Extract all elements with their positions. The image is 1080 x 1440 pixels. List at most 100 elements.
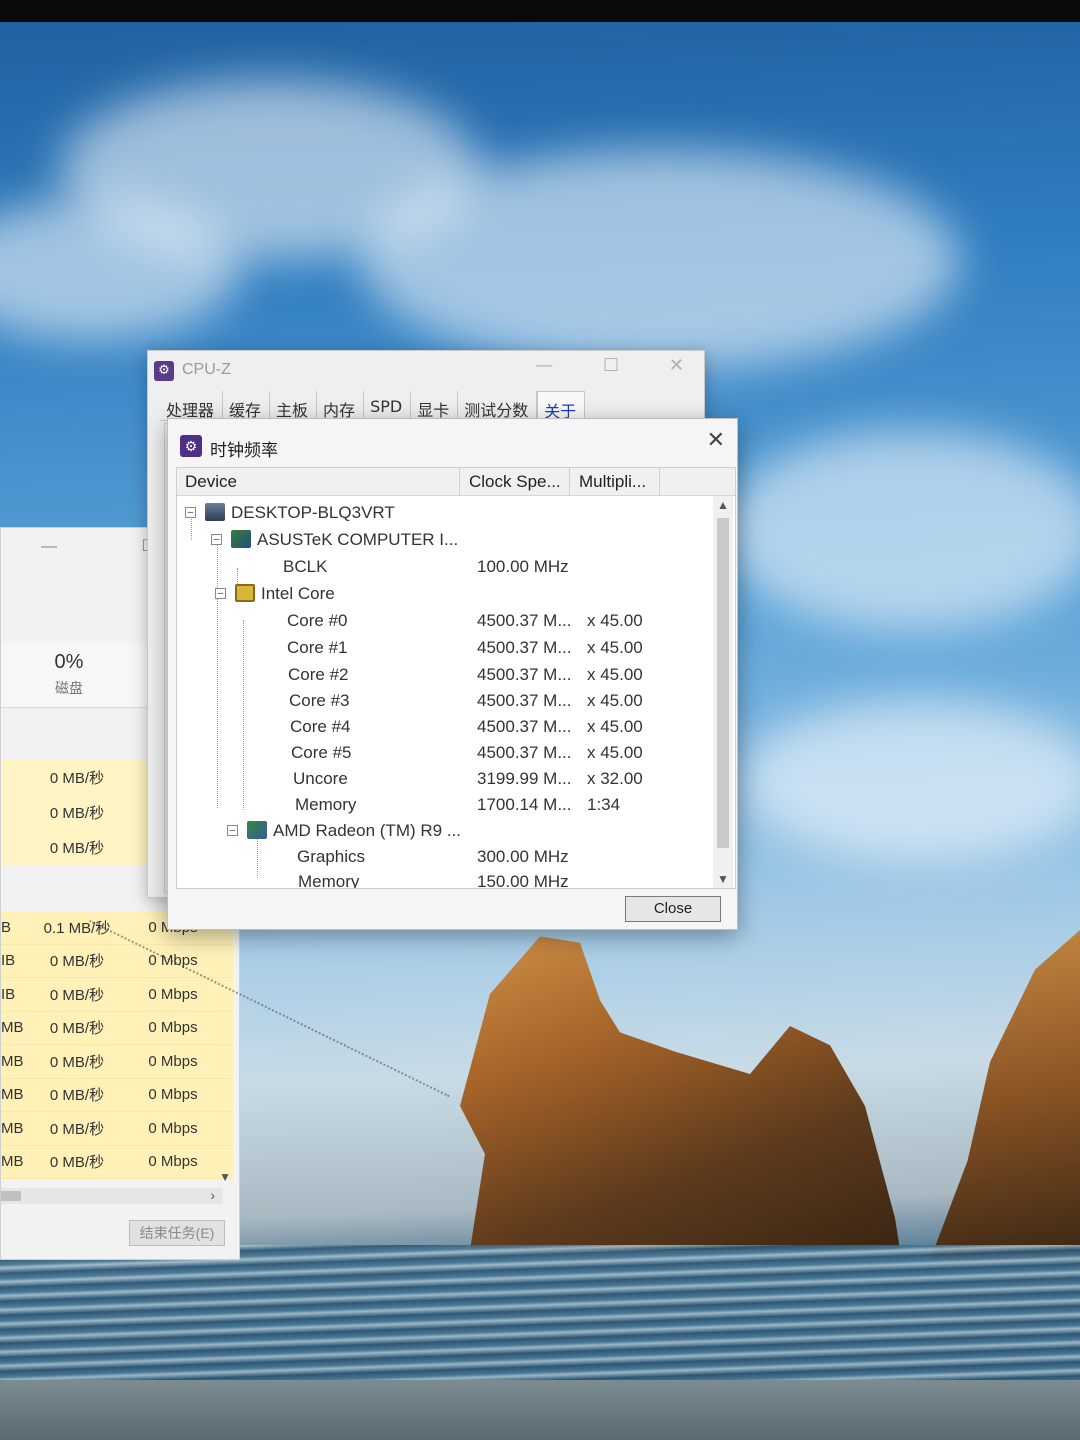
disk-cell: 0 MB/秒 (49, 1087, 105, 1105)
tree-row-computer[interactable]: – DESKTOP-BLQ3VRT (177, 500, 707, 526)
scrollbar-thumb[interactable] (1, 1191, 21, 1201)
collapse-icon[interactable]: – (211, 534, 222, 545)
tab-graphics[interactable]: 显卡 (411, 391, 459, 421)
disk-cell: 0 MB/秒 (49, 840, 105, 857)
table-row[interactable]: MB 0 MB/秒 0 Mbps (1, 1112, 233, 1146)
column-multiplier[interactable]: Multipli... (579, 472, 646, 492)
minimize-button[interactable]: — (535, 355, 553, 376)
cloud (720, 430, 1080, 630)
tab-processor[interactable]: 处理器 (160, 391, 224, 421)
tree-row-motherboard[interactable]: – ASUSTeK COMPUTER I... (177, 527, 707, 553)
device-name: AMD Radeon (TM) R9 ... (273, 821, 461, 840)
computer-icon (205, 503, 225, 521)
collapse-icon[interactable]: – (227, 825, 238, 836)
tree-row[interactable]: Core #1 4500.37 M... x 45.00 (177, 635, 707, 661)
tree-row[interactable]: Uncore 3199.99 M... x 32.00 (177, 766, 707, 792)
clocks-tree-view: Device Clock Spe... Multipli... – DESKTO… (176, 467, 736, 889)
memory-cell: MB (1, 1052, 24, 1070)
table-row[interactable]: MB 0 MB/秒 0 Mbps (1, 1078, 233, 1112)
multiplier-cell: x 45.00 (587, 743, 643, 762)
scroll-right-arrow-icon[interactable]: › (210, 1187, 215, 1203)
disk-cell: 0 MB/秒 (49, 770, 105, 787)
device-name: Core #4 (290, 717, 351, 736)
table-row[interactable]: MB 0 MB/秒 0 Mbps (1, 1011, 233, 1045)
dialog-title: 时钟频率 (210, 441, 278, 460)
table-row[interactable]: IB 0 MB/秒 0 Mbps (1, 978, 233, 1012)
tree-row[interactable]: Memory 150.00 MHz (177, 869, 707, 889)
tab-cache[interactable]: 缓存 (223, 391, 271, 421)
memory-cell: MB (1, 1019, 24, 1037)
disk-cell: 0 MB/秒 (49, 986, 105, 1004)
screen-bezel (0, 0, 1080, 22)
device-name: Intel Core (261, 584, 335, 603)
clock-speed-cell: 1700.14 M... (477, 795, 572, 814)
memory-cell: MB (1, 1086, 24, 1104)
close-button[interactable]: ✕ (669, 355, 684, 376)
multiplier-cell: x 32.00 (587, 769, 643, 788)
end-task-button[interactable]: 结束任务(E) (129, 1220, 225, 1246)
tab-about[interactable]: 关于 (537, 391, 586, 421)
close-button[interactable]: Close (625, 896, 721, 922)
column-device[interactable]: Device (185, 472, 237, 492)
disk-cell: 0.1 MB/秒 (43, 919, 111, 937)
tab-memory[interactable]: 内存 (317, 391, 365, 421)
disk-cell: 0 MB/秒 (49, 1020, 105, 1038)
tree-row[interactable]: BCLK 100.00 MHz (177, 554, 707, 580)
device-name: Core #2 (288, 665, 349, 684)
disk-cell: 0 MB/秒 (49, 1120, 105, 1138)
disk-column-header[interactable]: 0% 磁盘 (41, 651, 97, 698)
disk-cell: 0 MB/秒 (49, 953, 105, 971)
vertical-scrollbar[interactable]: ▲ ▼ (713, 496, 733, 888)
collapse-icon[interactable]: – (185, 507, 196, 518)
rock-formation (460, 936, 900, 1250)
device-name: Uncore (293, 769, 348, 788)
tree-row-gpu[interactable]: – AMD Radeon (TM) R9 ... (177, 818, 707, 844)
tree-row[interactable]: Memory 1700.14 M... 1:34 (177, 792, 707, 818)
multiplier-cell: x 45.00 (587, 638, 643, 657)
multiplier-cell: x 45.00 (587, 665, 643, 684)
network-cell: 0 Mbps (148, 1153, 198, 1171)
process-rows: B 0.1 MB/秒 0 Mbps IB 0 MB/秒 0 Mbps IB 0 MB/秒 0… (1, 911, 233, 1179)
tab-mainboard[interactable]: 主板 (270, 391, 318, 421)
disk-cell: 0 MB/秒 (49, 805, 105, 822)
column-divider[interactable] (659, 468, 660, 496)
motherboard-icon (231, 530, 251, 548)
tree-row[interactable]: Core #4 4500.37 M... x 45.00 (177, 714, 707, 740)
device-name: BCLK (283, 557, 328, 576)
multiplier-cell: x 45.00 (587, 611, 643, 630)
disk-percent: 0% (54, 651, 84, 673)
network-cell: 0 Mbps (148, 1086, 198, 1104)
device-name: Memory (298, 872, 360, 889)
tree-row[interactable]: Core #0 4500.37 M... x 45.00 (177, 608, 707, 634)
clock-speed-cell: 300.00 MHz (477, 847, 569, 866)
tree-row[interactable]: Core #2 4500.37 M... x 45.00 (177, 662, 707, 688)
table-row[interactable]: MB 0 MB/秒 0 Mbps (1, 1045, 233, 1079)
tab-bench[interactable]: 测试分数 (458, 391, 538, 421)
collapse-icon[interactable]: – (215, 588, 226, 599)
tree-column-header: Device Clock Spe... Multipli... (177, 468, 735, 496)
device-name: Memory (295, 795, 357, 814)
horizontal-scrollbar[interactable] (1, 1188, 223, 1204)
close-icon[interactable]: ✕ (707, 427, 725, 453)
tree-row[interactable]: Core #3 4500.37 M... x 45.00 (177, 688, 707, 714)
scrollbar-thumb[interactable] (717, 518, 729, 848)
device-name: Core #3 (289, 691, 350, 710)
cpuz-logo-icon: ⚙ (180, 435, 202, 457)
window-controls: — ☐ ✕ (491, 355, 684, 376)
tree-row[interactable]: Core #5 4500.37 M... x 45.00 (177, 740, 707, 766)
scroll-down-arrow-icon[interactable]: ▼ (717, 872, 729, 886)
maximize-button[interactable]: ☐ (603, 355, 619, 376)
minimize-button[interactable]: — (41, 538, 97, 555)
column-clock-speed[interactable]: Clock Spe... (469, 472, 561, 492)
column-divider[interactable] (459, 468, 460, 496)
tree-row[interactable]: Graphics 300.00 MHz (177, 844, 707, 870)
scroll-up-arrow-icon[interactable]: ▲ (717, 498, 729, 512)
tab-spd[interactable]: SPD (364, 391, 412, 421)
tab-bar: 处理器 缓存 主板 内存 SPD 显卡 测试分数 关于 (160, 391, 586, 421)
scroll-down-arrow-icon[interactable]: ▼ (219, 1170, 231, 1184)
tree-row-cpu[interactable]: – Intel Core (177, 581, 707, 607)
column-divider[interactable] (569, 468, 570, 496)
cloud (360, 150, 960, 370)
clock-speed-cell: 4500.37 M... (477, 665, 572, 684)
table-row[interactable]: MB 0 MB/秒 0 Mbps (1, 1145, 233, 1179)
